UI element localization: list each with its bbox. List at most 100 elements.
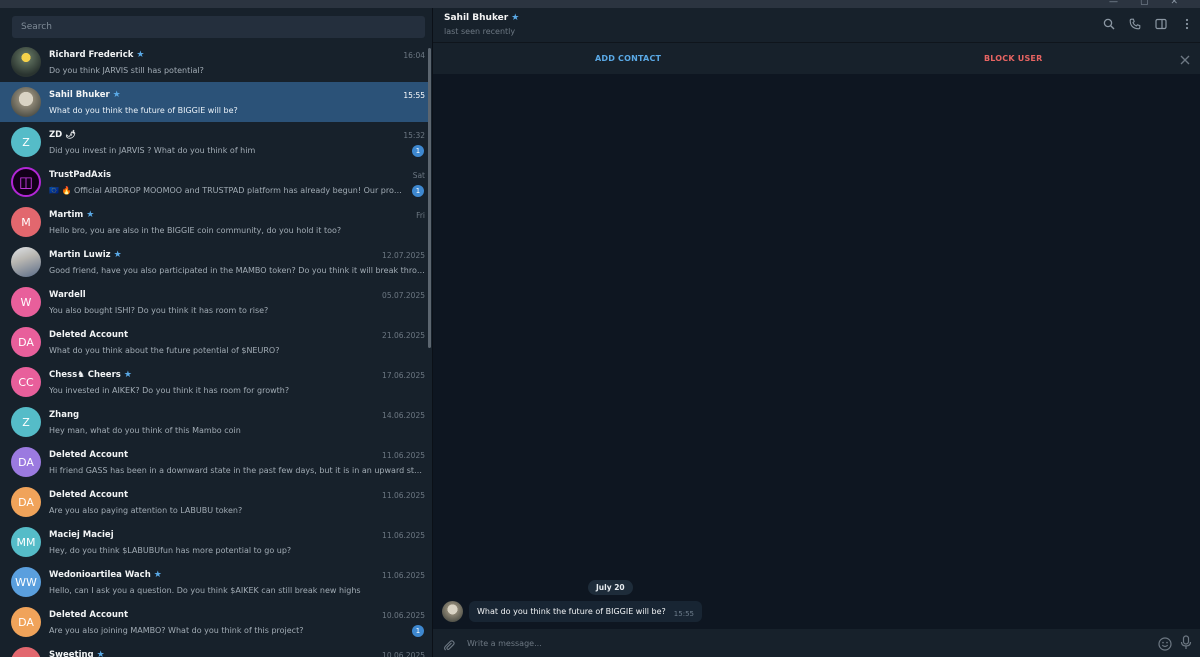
search-bar (0, 8, 432, 42)
chat-list-item[interactable]: MM Maciej Maciej 11.06.2025 Hey, do you thi… (0, 522, 430, 562)
chat-list-item[interactable]: CC Chess♞ Cheers ★ 17.06.2025 You invested i… (0, 362, 430, 402)
chat-preview: Are you also joining MAMBO? What do you … (49, 626, 304, 635)
chat-preview: Do you think JARVIS still has potential? (49, 66, 204, 75)
chat-list-scrollbar[interactable] (428, 48, 431, 348)
close-window-icon[interactable]: ✕ (1170, 0, 1178, 7)
chat-name-text: TrustPadAxis (49, 170, 112, 180)
chat-name: Martin Luwiz ★ (49, 250, 122, 260)
avatar: CC (11, 367, 41, 397)
avatar: Z (11, 407, 41, 437)
header-actions (1102, 17, 1193, 30)
chat-list-item[interactable]: Richard Frederick ★ 16:04 Do you think JARV… (0, 42, 430, 82)
chat-name-text: Maciej Maciej (49, 530, 114, 540)
chat-name: Martim ★ (49, 210, 94, 220)
date-separator: July 20 (588, 580, 633, 595)
chat-list-item[interactable]: DA Deleted Account 10.06.2025 Are you also … (0, 602, 430, 642)
chat-list-item[interactable]: M Martim ★ Fri Hello bro, you are also in th… (0, 202, 430, 242)
chat-name-text: Chess♞ Cheers (49, 370, 121, 380)
avatar (11, 247, 41, 277)
chat-name-text: Deleted Account (49, 490, 129, 500)
chat-name-text: Sahil Bhuker (49, 90, 110, 100)
message-text: What do you think the future of BIGGIE w… (477, 607, 666, 616)
attach-icon[interactable] (443, 637, 455, 651)
verified-star-icon: ★ (123, 370, 132, 380)
peer-name-text: Sahil Bhuker (444, 13, 509, 23)
search-input[interactable] (12, 16, 425, 38)
chat-list-item[interactable]: S Sweeting★ 10.06.2025 (0, 642, 430, 657)
conversation-header: Sahil Bhuker ★ last seen recently (433, 8, 1200, 42)
chat-preview: Hi friend GASS has been in a downward st… (49, 466, 425, 475)
chat-preview: What do you think about the future poten… (49, 346, 280, 355)
chat-time: 14.06.2025 (382, 411, 425, 420)
unread-badge: 1 (412, 625, 424, 637)
chat-name: Zhang (49, 410, 79, 420)
chat-preview: Are you also paying attention to LABUBU … (49, 506, 243, 515)
microphone-icon[interactable] (1180, 635, 1192, 650)
chat-name: Chess♞ Cheers ★ (49, 370, 132, 380)
message-input[interactable] (467, 635, 1127, 652)
maximize-icon[interactable]: ▢ (1140, 0, 1149, 7)
chat-list-item[interactable]: Z Zhang 14.06.2025 Hey man, what do you thi… (0, 402, 430, 442)
avatar (11, 87, 41, 117)
chat-preview: What do you think the future of BIGGIE w… (49, 106, 238, 115)
emoji-icon[interactable] (1158, 636, 1172, 651)
avatar: DA (11, 447, 41, 477)
minimize-icon[interactable]: — (1109, 0, 1118, 7)
chat-name: Deleted Account (49, 450, 128, 460)
peer-name[interactable]: Sahil Bhuker ★ (444, 13, 519, 23)
chat-preview: Hey, do you think $LABUBUfun has more po… (49, 546, 292, 555)
chat-preview: Hello, can I ask you a question. Do you … (49, 586, 361, 595)
add-contact-button[interactable]: ADD CONTACT (595, 54, 661, 63)
chat-preview: You invested in AIKEK? Do you think it h… (49, 386, 290, 395)
chat-list-item[interactable]: Martin Luwiz ★ 12.07.2025 Good friend, have… (0, 242, 430, 282)
chat-name: Wedonioartilea Wach ★ (49, 570, 162, 580)
chat-name: Deleted Account (49, 330, 128, 340)
chat-list-item[interactable]: DA Deleted Account 21.06.2025 What do you t… (0, 322, 430, 362)
unread-badge: 1 (412, 185, 424, 197)
chat-preview: You also bought ISHI? Do you think it ha… (49, 306, 269, 315)
chat-time: 11.06.2025 (382, 571, 425, 580)
verified-star-icon: ★ (96, 650, 105, 657)
window-controls: — ▢ ✕ (1109, 0, 1178, 7)
chat-list-item[interactable]: DA Deleted Account 11.06.2025 Hi friend GAS… (0, 442, 430, 482)
phone-icon[interactable] (1128, 17, 1141, 30)
chat-time: 21.06.2025 (382, 331, 425, 340)
chat-list: Richard Frederick ★ 16:04 Do you think JARV… (0, 42, 432, 657)
chat-preview: Good friend, have you also participated … (49, 266, 425, 275)
message-bubble[interactable]: What do you think the future of BIGGIE w… (469, 601, 702, 622)
chat-time: 17.06.2025 (382, 371, 425, 380)
chat-list-item[interactable]: DA Deleted Account 11.06.2025 Are you also … (0, 482, 430, 522)
chat-list-item[interactable]: WW Wedonioartilea Wach ★ 11.06.2025 Hello, c… (0, 562, 430, 602)
chat-name: Deleted Account (49, 610, 128, 620)
more-options-icon[interactable] (1180, 17, 1193, 30)
chat-list-item[interactable]: Sahil Bhuker ★ 15:55 What do you think the … (0, 82, 430, 122)
chat-time: Sat (412, 171, 425, 180)
chat-name-text: Deleted Account (49, 610, 129, 620)
chat-preview: Did you invest in JARVIS ? What do you t… (49, 146, 256, 155)
chat-name-text: Deleted Account (49, 450, 129, 460)
chat-time: 10.06.2025 (382, 651, 425, 657)
avatar[interactable] (442, 601, 463, 622)
chat-list-item[interactable]: Z ZD 🌶 15:32 Did you invest in JARVIS ? Wha… (0, 122, 430, 162)
chat-time: 15:32 (403, 131, 425, 140)
block-user-button[interactable]: BLOCK USER (984, 54, 1042, 63)
chat-name: Maciej Maciej (49, 530, 114, 540)
unread-badge: 1 (412, 145, 424, 157)
chat-list-item[interactable]: ◫ TrustPadAxis Sat 🇪🇺 🔥 Official AIRDROP MO… (0, 162, 430, 202)
chat-name-text: Deleted Account (49, 330, 129, 340)
chat-name: Wardell (49, 290, 86, 300)
chat-list-item[interactable]: W Wardell 05.07.2025 You also bought ISHI? … (0, 282, 430, 322)
verified-star-icon: ★ (511, 13, 520, 23)
avatar: Z (11, 127, 41, 157)
chat-name-text: Sweeting (49, 650, 94, 657)
chat-name-text: Richard Frederick (49, 50, 134, 60)
avatar: DA (11, 607, 41, 637)
sidebar-toggle-icon[interactable] (1154, 17, 1167, 30)
chat-name: Deleted Account (49, 490, 128, 500)
close-icon[interactable] (1179, 51, 1191, 65)
chat-name-text: Wardell (49, 290, 86, 300)
search-icon[interactable] (1102, 17, 1115, 30)
message-history: July 20 What do you think the future of … (433, 74, 1200, 629)
chat-time: 12.07.2025 (382, 251, 425, 260)
trustpad-logo-icon: ◫ (11, 167, 41, 197)
